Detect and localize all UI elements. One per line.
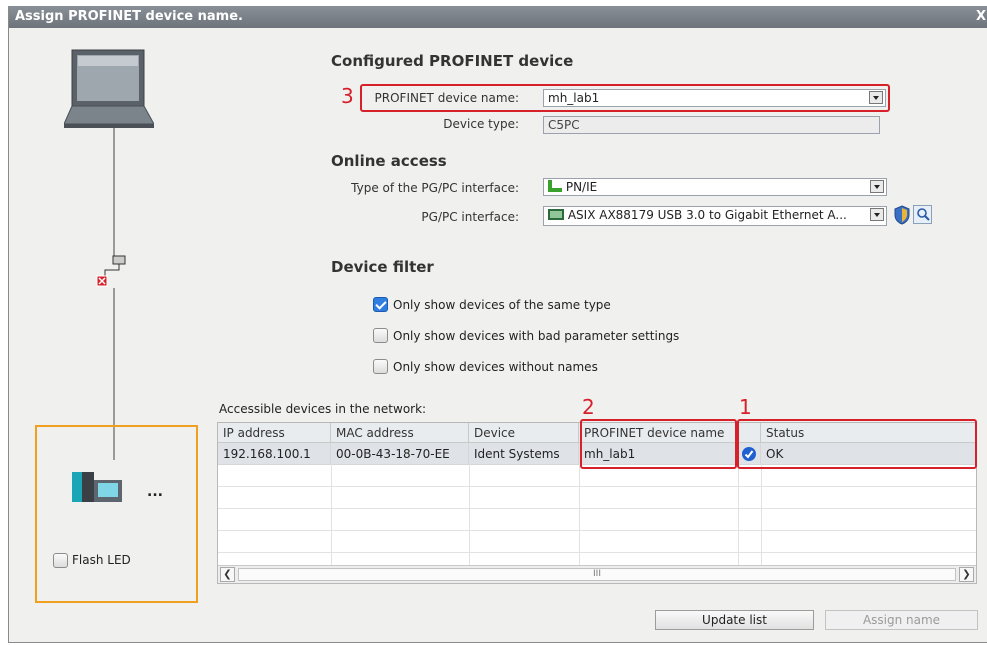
iface-select[interactable]: ASIX AX88179 USB 3.0 to Gigabit Ethernet… (543, 206, 887, 226)
device-type-label: Device type: (443, 117, 519, 131)
device-name-input[interactable]: mh_lab1 (543, 89, 886, 107)
shield-icon[interactable] (893, 205, 911, 225)
horizontal-scrollbar[interactable]: ❮ III ❯ (218, 565, 976, 583)
ethernet-port-icon (548, 180, 562, 192)
accessible-devices-caption: Accessible devices in the network: (219, 402, 427, 416)
column-divider (331, 443, 332, 565)
iface-value: ASIX AX88179 USB 3.0 to Gigabit Ethernet… (567, 208, 847, 222)
column-header-mac[interactable]: MAC address (331, 423, 469, 443)
update-list-button[interactable]: Update list (655, 610, 814, 630)
flash-led-checkbox[interactable] (53, 553, 68, 568)
device-more-indicator: ... (147, 484, 163, 500)
device-name-label: PROFINET device name: (374, 91, 519, 105)
scroll-left-icon[interactable]: ❮ (220, 567, 235, 582)
pg-pc-laptop-icon (64, 49, 154, 128)
annotation-box-2 (580, 419, 737, 469)
filter-same-type-label: Only show devices of the same type (393, 298, 611, 312)
plc-device-icon (72, 472, 122, 502)
device-name-value: mh_lab1 (548, 91, 600, 105)
online-access-heading: Online access (331, 152, 447, 170)
device-filter-heading: Device filter (331, 258, 434, 276)
iface-type-value: PN/IE (565, 180, 598, 194)
row-mac: 00-0B-43-18-70-EE (331, 443, 469, 465)
device-type-value: C5PC (548, 118, 580, 132)
iface-type-label: Type of the PG/PC interface: (351, 181, 519, 195)
column-header-ip[interactable]: IP address (218, 423, 331, 443)
annotation-box-1 (737, 419, 977, 469)
column-divider (469, 443, 470, 565)
annotation-number-1: 1 (739, 395, 752, 419)
column-header-device[interactable]: Device (469, 423, 579, 443)
configured-device-heading: Configured PROFINET device (331, 52, 574, 70)
search-online-button[interactable] (913, 205, 932, 224)
annotation-number-2: 2 (582, 395, 595, 419)
close-icon[interactable]: X (976, 9, 986, 24)
filter-no-names-label: Only show devices without names (393, 360, 598, 374)
filter-bad-params-checkbox[interactable] (373, 328, 388, 343)
device-type-field: C5PC (543, 116, 880, 134)
network-cable-top (113, 128, 115, 256)
filter-bad-params-label: Only show devices with bad parameter set… (393, 329, 680, 343)
iface-label: PG/PC interface: (421, 210, 519, 224)
flash-led-label: Flash LED (72, 553, 131, 567)
scroll-right-icon[interactable]: ❯ (959, 567, 974, 582)
device-highlight-box (35, 425, 198, 603)
network-adapter-icon (548, 209, 564, 220)
iface-type-select[interactable]: PN/IE (543, 178, 887, 196)
row-ip: 192.168.100.1 (218, 443, 331, 465)
filter-same-type-checkbox[interactable] (373, 297, 388, 312)
scroll-thumb[interactable]: III (238, 568, 956, 581)
chevron-down-icon[interactable] (870, 180, 884, 193)
network-disconnected-icon (96, 255, 126, 287)
assign-name-button[interactable]: Assign name (825, 610, 978, 630)
magnifier-icon (917, 208, 930, 221)
title-bar: Assign PROFINET device name. X (9, 6, 987, 28)
row-device: Ident Systems (469, 443, 579, 465)
assign-name-dialog: Assign PROFINET device name. X ... Flash… (8, 6, 987, 643)
filter-no-names-checkbox[interactable] (373, 359, 388, 374)
chevron-down-icon[interactable] (869, 91, 883, 104)
chevron-down-icon[interactable] (870, 208, 884, 221)
window-title: Assign PROFINET device name. (15, 9, 243, 24)
